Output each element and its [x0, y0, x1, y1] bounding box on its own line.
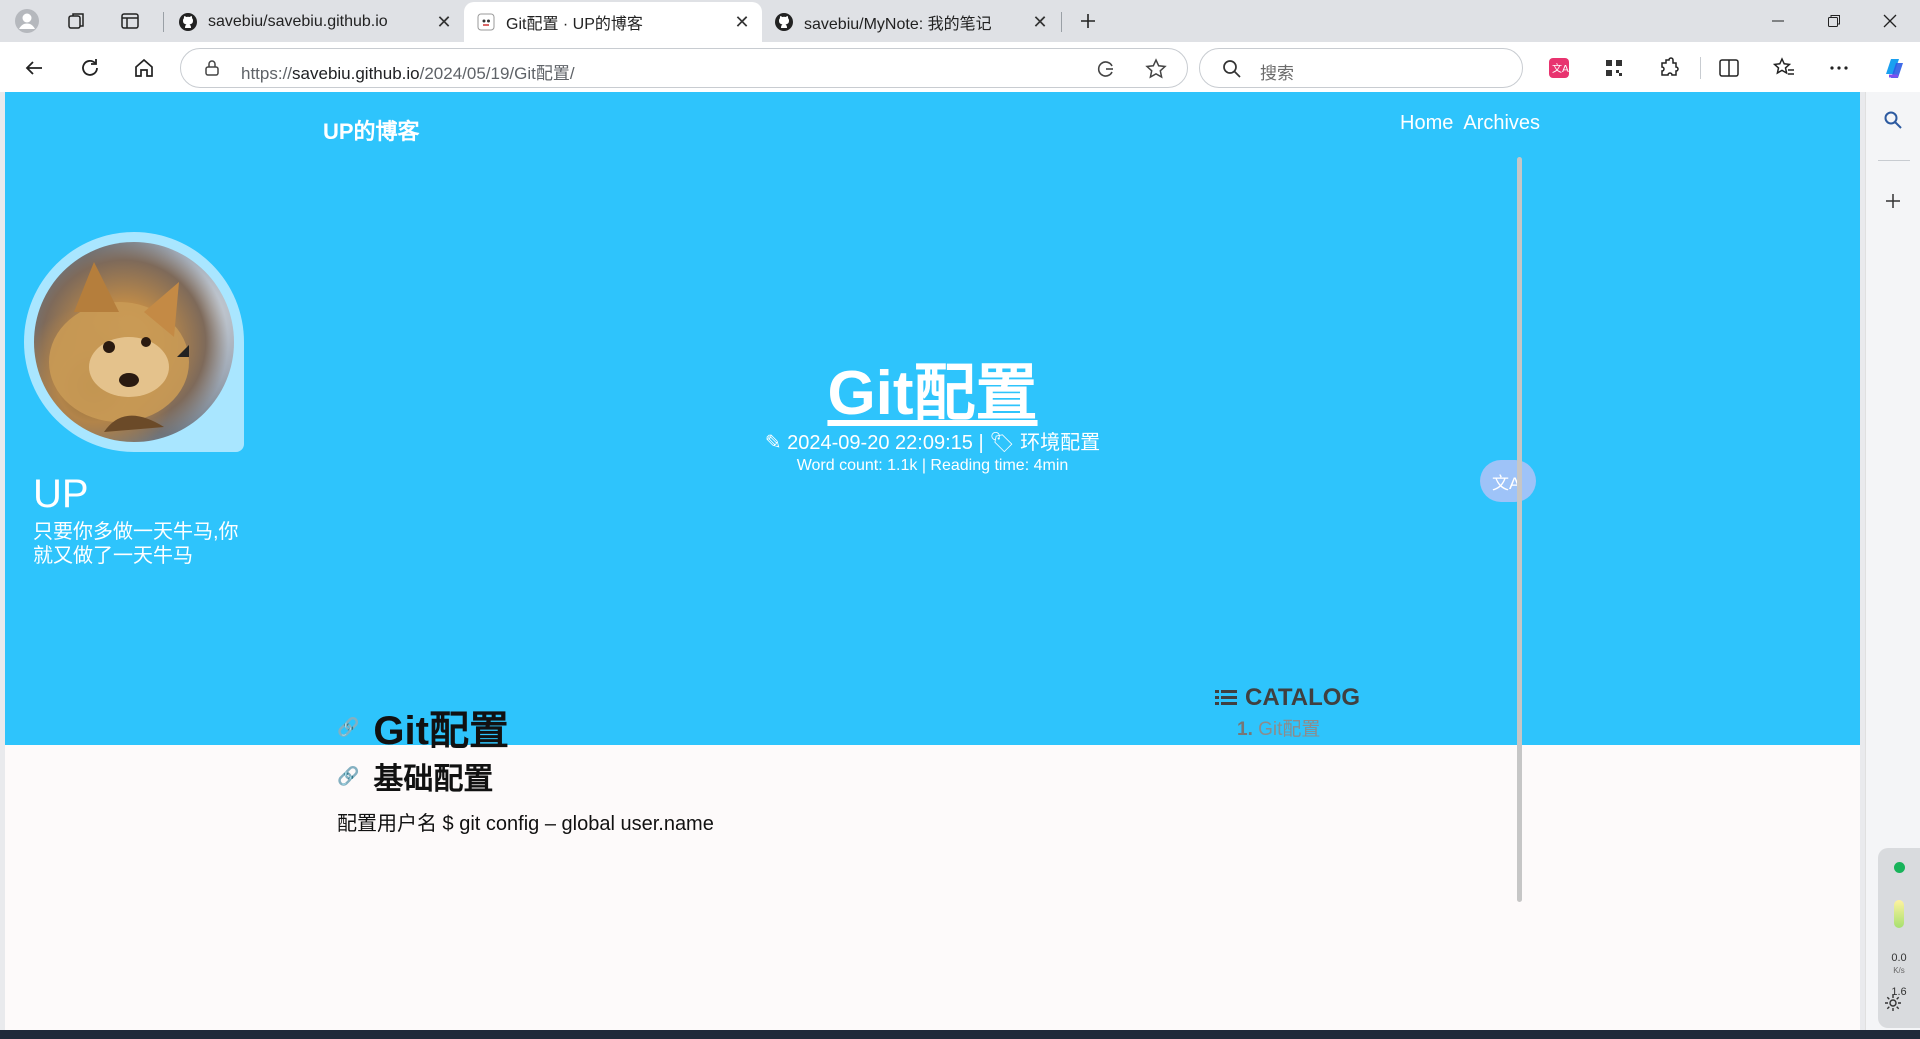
- catalog-item[interactable]: 1. Git配置: [1237, 714, 1360, 741]
- content-heading-2: 🔗 基础配置: [337, 754, 493, 798]
- back-icon[interactable]: [16, 50, 52, 86]
- nav-archives-link[interactable]: Archives: [1463, 112, 1540, 135]
- github-icon: [775, 13, 793, 31]
- network-speed-widget[interactable]: 0.0 K/s 1.6: [1878, 848, 1920, 1028]
- nav-home-link[interactable]: Home: [1400, 112, 1453, 135]
- content-heading-2-text: 基础配置: [373, 763, 494, 796]
- edit-icon: ✎: [764, 432, 782, 454]
- workspaces-icon[interactable]: [62, 6, 92, 36]
- url-text: https://savebiu.github.io/2024/05/19/Git…: [241, 64, 575, 83]
- more-menu-icon[interactable]: [1821, 50, 1857, 86]
- profile-bio: 只要你多做一天牛马,你就又做了一天牛马: [33, 521, 239, 567]
- copilot-icon[interactable]: [1876, 50, 1912, 86]
- favorite-star-icon[interactable]: [1145, 58, 1167, 80]
- page-translate-button[interactable]: 文A: [1480, 460, 1536, 502]
- anchor-link-icon[interactable]: 🔗: [337, 766, 359, 787]
- svg-text:文A: 文A: [1552, 62, 1569, 75]
- browser-toolbar: https://savebiu.github.io/2024/05/19/Git…: [0, 42, 1920, 92]
- address-bar[interactable]: https://savebiu.github.io/2024/05/19/Git…: [180, 48, 1188, 88]
- post-stats: Word count: 1.1k | Reading time: 4min: [796, 457, 1069, 474]
- hero-header: UP的博客 Home Archives UP 只要你多做一天牛马,你就又做了一天…: [5, 92, 1860, 745]
- toolbar-divider: [1700, 57, 1701, 79]
- lock-icon[interactable]: [203, 59, 221, 77]
- tab-separator: [1061, 12, 1062, 32]
- close-tab-icon[interactable]: ✕: [728, 8, 756, 36]
- site-icon: [477, 13, 495, 31]
- post-date: 2024-09-20 22:09:15: [787, 432, 973, 454]
- translate-extension-icon[interactable]: 文A: [1541, 50, 1577, 86]
- content-paragraph: 配置用户名 $ git config – global user.name: [337, 813, 714, 835]
- site-brand[interactable]: UP的博客: [323, 114, 420, 146]
- upload-speed: 0.0: [1891, 952, 1907, 964]
- sidebar-add-icon[interactable]: [1884, 192, 1902, 210]
- search-icon: [1223, 60, 1241, 78]
- post-meta: ✎ 2024-09-20 22:09:15 | 🏷 环境配置: [5, 426, 1860, 455]
- new-tab-icon[interactable]: [1073, 6, 1103, 36]
- meta-separator: |: [978, 432, 984, 454]
- close-window-icon[interactable]: [1862, 0, 1918, 42]
- anchor-link-icon[interactable]: 🔗: [337, 717, 359, 738]
- profile-avatar-icon[interactable]: [12, 6, 42, 36]
- sidebar-divider: [1878, 160, 1910, 161]
- close-tab-icon[interactable]: ✕: [1026, 8, 1054, 36]
- gear-icon[interactable]: [1884, 994, 1902, 1012]
- restore-icon[interactable]: [1806, 0, 1862, 42]
- tab-separator: [163, 12, 164, 32]
- list-icon: [1215, 690, 1237, 705]
- tag-icon: 🏷: [989, 432, 1015, 454]
- tab-title: savebiu/savebiu.github.io: [208, 13, 388, 30]
- speed-meter: [1894, 900, 1904, 928]
- page-viewport: UP的博客 Home Archives UP 只要你多做一天牛马,你就又做了一天…: [5, 92, 1860, 1030]
- tab-mynote-repo[interactable]: savebiu/MyNote: 我的笔记 ✕: [762, 2, 1060, 42]
- catalog: CATALOG 1. Git配置: [1215, 684, 1360, 741]
- close-tab-icon[interactable]: ✕: [430, 8, 458, 36]
- refresh-icon[interactable]: [72, 50, 108, 86]
- speed-unit: K/s: [1893, 966, 1905, 975]
- tab-title: savebiu/MyNote: 我的笔记: [804, 16, 992, 33]
- os-taskbar: [0, 1030, 1920, 1039]
- content-heading-1: 🔗 Git配置: [337, 698, 509, 756]
- page-scrollbar[interactable]: [1517, 157, 1522, 902]
- profile-name: UP: [33, 472, 89, 516]
- vertical-tabs-icon[interactable]: [115, 6, 145, 36]
- post-title[interactable]: Git配置: [5, 342, 1860, 432]
- search-box[interactable]: 搜索: [1199, 48, 1523, 88]
- sidebar-search-icon[interactable]: [1883, 110, 1903, 130]
- read-aloud-icon[interactable]: [1095, 58, 1117, 80]
- favorites-icon[interactable]: [1766, 50, 1802, 86]
- site-nav: Home Archives: [1400, 112, 1540, 135]
- qr-code-icon[interactable]: [1596, 50, 1632, 86]
- catalog-heading: CATALOG: [1215, 684, 1360, 712]
- status-dot: [1894, 862, 1905, 873]
- content-heading-1-text: Git配置: [373, 709, 509, 753]
- post-tag[interactable]: 环境配置: [1020, 432, 1100, 454]
- minimize-icon[interactable]: [1750, 0, 1806, 42]
- home-icon[interactable]: [126, 50, 162, 86]
- tab-savebiu-repo[interactable]: savebiu/savebiu.github.io ✕: [166, 2, 464, 42]
- split-screen-icon[interactable]: [1711, 50, 1747, 86]
- tab-git-config[interactable]: Git配置 · UP的博客 ✕: [464, 2, 762, 42]
- search-placeholder: 搜索: [1260, 64, 1294, 83]
- extensions-icon[interactable]: [1651, 50, 1687, 86]
- tab-title: Git配置 · UP的博客: [506, 16, 643, 33]
- tab-bar: savebiu/savebiu.github.io ✕ Git配置 · UP的博…: [0, 0, 1920, 42]
- github-icon: [179, 13, 197, 31]
